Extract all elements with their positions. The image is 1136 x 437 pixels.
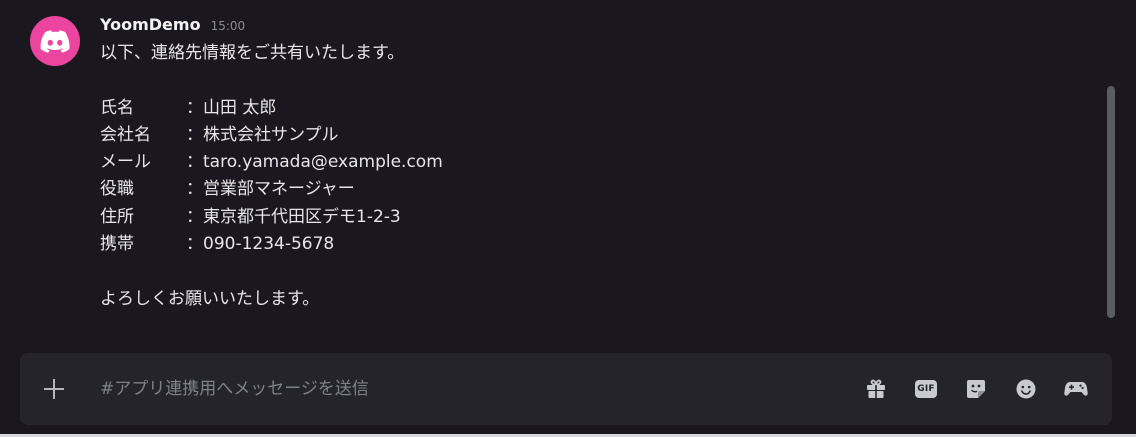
message-intro: 以下、連絡先情報をご共有いたします。 [100, 43, 405, 63]
composer-toolbar: GIF [862, 375, 1090, 403]
field-label: 携帯 [100, 234, 134, 255]
scrollbar[interactable] [1104, 80, 1118, 325]
sticker-icon [967, 380, 985, 398]
message-composer: GIF [20, 353, 1112, 425]
field-value: ：株式会社サンプル [186, 124, 339, 145]
field-label: 役職 [100, 179, 134, 200]
plus-icon [44, 379, 64, 399]
message-body: 以下、連絡先情報をご共有いたします。 氏名 ：山田 太郎 会社名 ：株式会社サン… [100, 40, 443, 313]
add-attachment-button[interactable] [38, 373, 70, 405]
field-value: ：090-1234-5678 [186, 234, 335, 255]
field-row-company: 会社名 ：株式会社サンプル [100, 122, 443, 149]
message: YoomDemo 15:00 以下、連絡先情報をご共有いたします。 氏名 ：山田… [0, 0, 1100, 345]
field-value: ：営業部マネージャー [186, 179, 355, 200]
sticker-button[interactable] [962, 375, 990, 403]
field-row-mobile: 携帯 ：090-1234-5678 [100, 231, 443, 258]
field-row-address: 住所 ：東京都千代田区デモ1-2-3 [100, 204, 443, 231]
field-row-title: 役職 ：営業部マネージャー [100, 176, 443, 203]
message-closing: よろしくお願いいたします。 [100, 288, 320, 309]
field-label: 住所 [100, 206, 134, 227]
chat-area: YoomDemo 15:00 以下、連絡先情報をご共有いたします。 氏名 ：山田… [0, 0, 1136, 345]
field-value: ：山田 太郎 [186, 97, 277, 118]
message-header: YoomDemo 15:00 [100, 15, 245, 39]
gift-icon [867, 379, 885, 398]
activities-button[interactable] [1062, 375, 1090, 403]
field-value: ：taro.yamada@example.com [186, 152, 443, 173]
gift-button[interactable] [862, 375, 890, 403]
game-controller-icon [1064, 382, 1088, 396]
field-label: 会社名 [100, 124, 151, 145]
message-timestamp: 15:00 [210, 19, 246, 33]
gif-icon: GIF [915, 380, 937, 398]
scrollbar-thumb[interactable] [1107, 86, 1115, 318]
emoji-icon [1016, 379, 1036, 399]
avatar[interactable] [30, 16, 80, 66]
field-row-email: メール ：taro.yamada@example.com [100, 149, 443, 176]
message-input[interactable] [100, 374, 840, 404]
field-label: 氏名 [100, 97, 134, 118]
emoji-button[interactable] [1012, 375, 1040, 403]
field-row-name: 氏名 ：山田 太郎 [100, 95, 443, 122]
field-label: メール [100, 152, 151, 173]
discord-logo-icon [40, 30, 70, 53]
field-value: ：東京都千代田区デモ1-2-3 [186, 206, 401, 227]
gif-button[interactable]: GIF [912, 375, 940, 403]
author-name[interactable]: YoomDemo [100, 15, 201, 34]
